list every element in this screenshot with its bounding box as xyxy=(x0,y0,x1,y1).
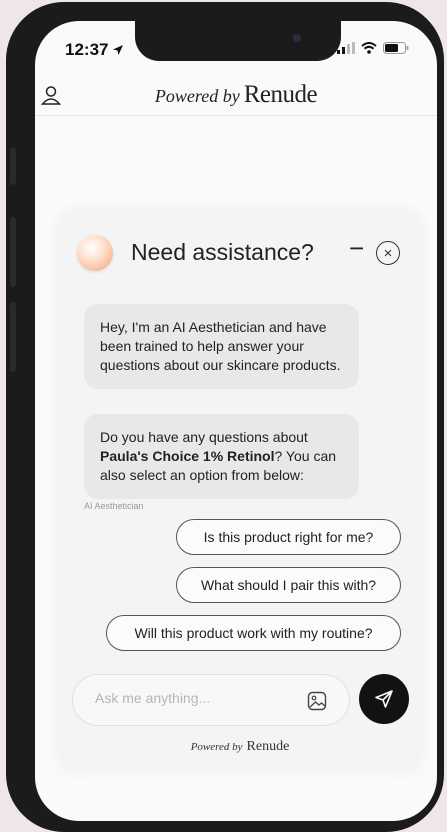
footer-powered-by: Powered by xyxy=(190,741,243,753)
header-brand-name: Renude xyxy=(243,81,318,108)
option-pair-with[interactable]: What should I pair this with? xyxy=(176,567,401,603)
header-brand: Powered by Renude xyxy=(35,81,437,109)
location-arrow-icon xyxy=(113,45,124,55)
send-icon xyxy=(375,690,393,708)
close-icon[interactable]: × xyxy=(376,241,400,265)
assistant-message-1: Hey, I'm an AI Aesthetician and have bee… xyxy=(84,304,359,389)
notch xyxy=(135,21,341,61)
message-input-wrapper xyxy=(72,674,350,726)
message-input[interactable] xyxy=(93,689,297,707)
assistant-avatar xyxy=(77,235,113,271)
option-right-for-me[interactable]: Is this product right for me? xyxy=(176,519,401,555)
option-work-with-routine[interactable]: Will this product work with my routine? xyxy=(106,615,401,651)
message-text: Do you have any questions about xyxy=(100,429,308,445)
phone-screen: 12:37 Powered by Renude Need assistance?… xyxy=(35,21,437,821)
status-time: 12:37 xyxy=(65,40,124,60)
volume-down-button xyxy=(10,302,16,372)
message-text: Hey, I'm an AI Aesthetician and have bee… xyxy=(100,319,341,373)
assistant-message-2: Do you have any questions about Paula's … xyxy=(84,414,359,499)
top-bar: Powered by Renude xyxy=(35,73,437,116)
signal-icon xyxy=(337,42,355,54)
volume-up-button xyxy=(10,217,16,287)
footer-brand-name: Renude xyxy=(246,739,290,754)
chat-title: Need assistance? xyxy=(131,239,314,265)
sender-label: AI Aesthetician xyxy=(84,501,144,511)
send-button[interactable] xyxy=(359,674,409,724)
status-time-text: 12:37 xyxy=(65,40,109,59)
mute-switch xyxy=(10,147,16,185)
footer-brand: Powered by Renude xyxy=(59,737,421,755)
camera-dot xyxy=(293,34,301,42)
product-name: Paula's Choice 1% Retinol xyxy=(100,448,275,464)
image-upload-icon[interactable] xyxy=(307,691,327,711)
phone-frame: 12:37 Powered by Renude Need assistance?… xyxy=(6,2,444,832)
chat-widget: Need assistance? − × Hey, I'm an AI Aest… xyxy=(59,211,421,771)
status-icons xyxy=(337,42,409,54)
battery-icon xyxy=(383,42,409,54)
wifi-icon xyxy=(361,42,377,54)
header-powered-by: Powered by xyxy=(154,86,240,106)
minimize-button[interactable]: − xyxy=(349,233,364,264)
